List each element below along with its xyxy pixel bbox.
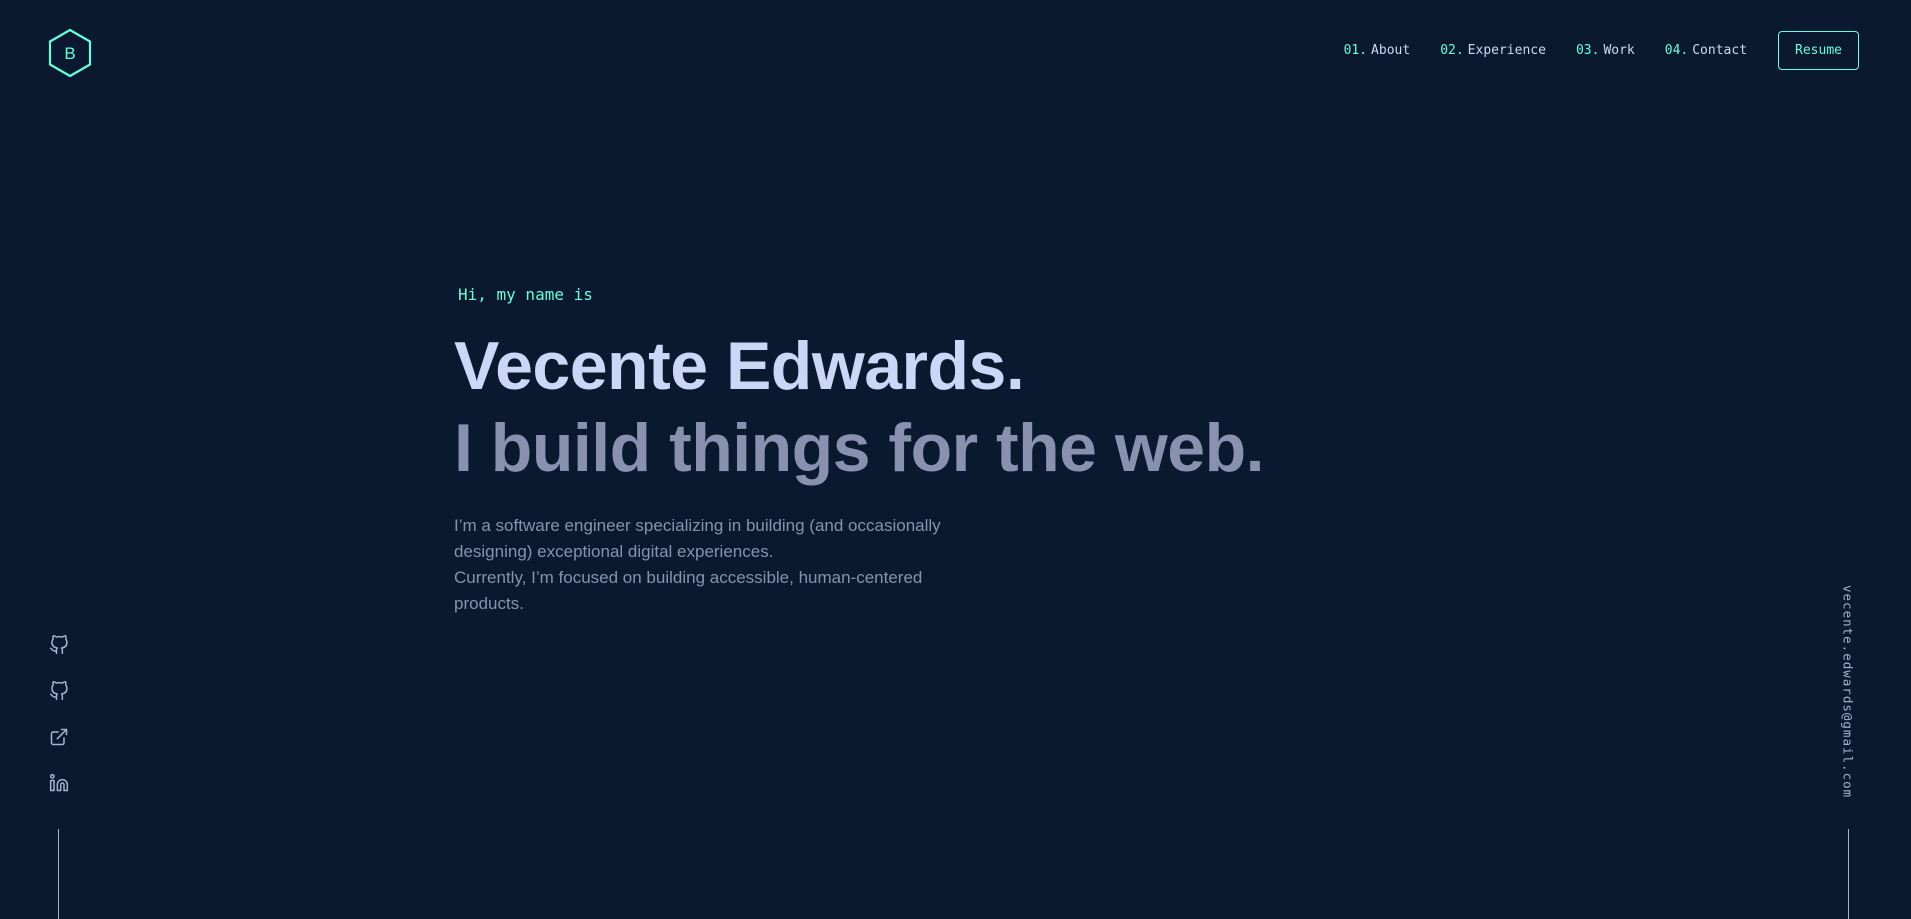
- hero-intro: I’m a software engineer specializing in …: [454, 513, 974, 617]
- hero-tagline: I build things for the web.: [454, 409, 1265, 486]
- github-link[interactable]: [46, 678, 72, 704]
- nav-link-experience[interactable]: 02. Experience: [1440, 43, 1546, 58]
- nav-label: Experience: [1467, 42, 1546, 58]
- linkedin-link[interactable]: [46, 770, 72, 796]
- nav-label: Work: [1603, 42, 1635, 58]
- nav-link-about[interactable]: 01. About: [1344, 43, 1411, 58]
- hexagon-logo-icon: B: [48, 28, 92, 78]
- logo[interactable]: B: [47, 28, 93, 78]
- hero-greeting: Hi, my name is: [458, 285, 593, 304]
- github-icon: [49, 635, 68, 655]
- left-vertical-line: [58, 829, 59, 919]
- nav-link-work[interactable]: 03. Work: [1576, 43, 1635, 58]
- email-link[interactable]: vecente.edwards@gmail.com: [1841, 585, 1856, 798]
- nav-number: 03.: [1575, 42, 1600, 58]
- intro-paragraph: Currently, I’m focused on building acces…: [454, 568, 923, 614]
- main-nav: 01. About 02. Experience 03. Work 04. Contac…: [1314, 30, 1859, 70]
- nav-link-contact[interactable]: 04. Contact: [1665, 43, 1747, 58]
- nav-number: 02.: [1440, 42, 1464, 58]
- nav-number: 04.: [1664, 42, 1689, 58]
- nav-label: Contact: [1692, 42, 1748, 58]
- email-sidebar: vecente.edwards@gmail.com: [1836, 585, 1860, 801]
- nav-label: About: [1371, 42, 1411, 58]
- nav-number: 01.: [1343, 42, 1368, 58]
- linkedin-icon: [49, 773, 69, 792]
- logo-letter: B: [64, 44, 75, 63]
- social-links: [46, 632, 72, 816]
- external-link[interactable]: [46, 724, 72, 750]
- intro-paragraph: I’m a software engineer specializing in …: [454, 516, 941, 562]
- hero-section: Hi, my name is Vecente Edwards. I build …: [454, 285, 1354, 617]
- resume-button[interactable]: Resume: [1778, 30, 1859, 70]
- github-link[interactable]: [46, 632, 72, 658]
- external-link-icon: [50, 728, 68, 746]
- github-icon: [49, 681, 68, 701]
- hero-name: Vecente Edwards.: [454, 328, 1025, 405]
- right-vertical-line: [1848, 829, 1849, 919]
